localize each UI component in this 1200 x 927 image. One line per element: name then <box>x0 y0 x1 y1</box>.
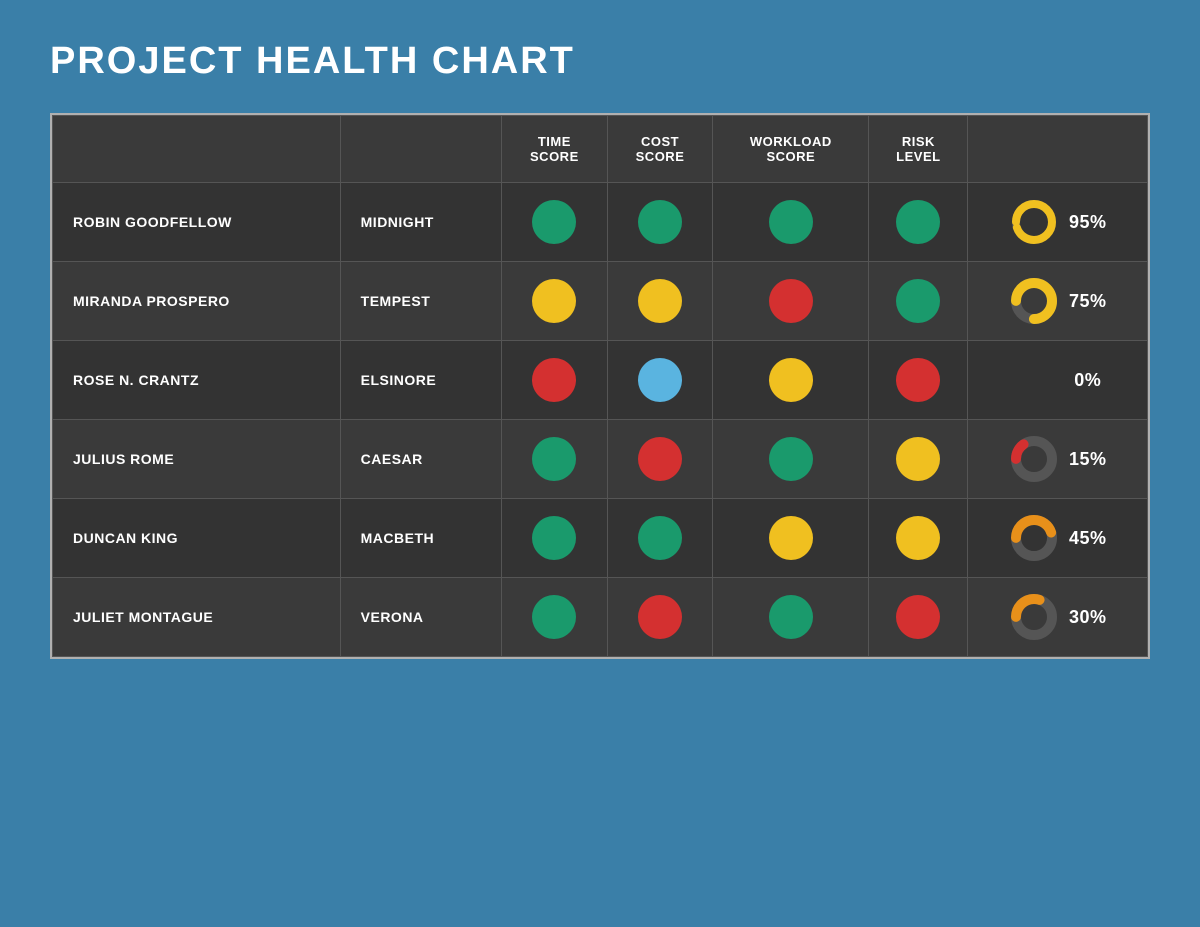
project-name: TEMPEST <box>340 262 501 341</box>
leader-name: ROBIN GOODFELLOW <box>53 183 341 262</box>
percent-value: 75% <box>1069 291 1107 312</box>
chart-container: TIMESCORE COSTSCORE WORKLOADSCORE RISKLE… <box>50 113 1150 659</box>
project-name: MIDNIGHT <box>340 183 501 262</box>
project-name: CAESAR <box>340 420 501 499</box>
percent-value: 0% <box>1074 370 1101 391</box>
col-risk-level: RISKLEVEL <box>869 116 968 183</box>
risk-dot <box>896 279 940 323</box>
page-title: PROJECT HEALTH CHART <box>50 40 575 83</box>
project-name: ELSINORE <box>340 341 501 420</box>
leader-name: JULIET MONTAGUE <box>53 578 341 657</box>
percent-complete-cell: 15% <box>968 420 1148 499</box>
health-table: TIMESCORE COSTSCORE WORKLOADSCORE RISKLE… <box>52 115 1148 657</box>
col-project-name <box>340 116 501 183</box>
percent-value: 15% <box>1069 449 1107 470</box>
risk-level-cell <box>869 341 968 420</box>
table-row: ROSE N. CRANTZ ELSINORE 0% <box>53 341 1148 420</box>
project-name: MACBETH <box>340 499 501 578</box>
time-score-cell <box>502 578 608 657</box>
cost-dot <box>638 279 682 323</box>
leader-name: JULIUS ROME <box>53 420 341 499</box>
risk-dot <box>896 358 940 402</box>
workload-dot <box>769 200 813 244</box>
risk-level-cell <box>869 499 968 578</box>
risk-level-cell <box>869 420 968 499</box>
cost-score-cell <box>607 341 713 420</box>
time-score-cell <box>502 499 608 578</box>
risk-level-cell <box>869 262 968 341</box>
workload-score-cell <box>713 499 869 578</box>
percent-complete-cell: 0% <box>968 341 1148 420</box>
cost-score-cell <box>607 262 713 341</box>
time-dot <box>532 358 576 402</box>
leader-name: DUNCAN KING <box>53 499 341 578</box>
donut-chart <box>1009 513 1059 563</box>
table-row: DUNCAN KING MACBETH <box>53 499 1148 578</box>
cost-dot <box>638 200 682 244</box>
leader-name: MIRANDA PROSPERO <box>53 262 341 341</box>
percent-complete-cell: 95% <box>968 183 1148 262</box>
header-row: TIMESCORE COSTSCORE WORKLOADSCORE RISKLE… <box>53 116 1148 183</box>
workload-score-cell <box>713 262 869 341</box>
table-row: JULIUS ROME CAESAR <box>53 420 1148 499</box>
time-score-cell <box>502 341 608 420</box>
time-dot <box>532 516 576 560</box>
table-row: ROBIN GOODFELLOW MIDNIGHT <box>53 183 1148 262</box>
donut-chart <box>1009 592 1059 642</box>
workload-score-cell <box>713 578 869 657</box>
percent-value: 30% <box>1069 607 1107 628</box>
col-project-leader <box>53 116 341 183</box>
cost-dot <box>638 595 682 639</box>
time-score-cell <box>502 183 608 262</box>
cost-dot <box>638 358 682 402</box>
col-percent-complete <box>968 116 1148 183</box>
donut-chart <box>1009 197 1059 247</box>
workload-score-cell <box>713 341 869 420</box>
donut-chart <box>1009 276 1059 326</box>
cost-dot <box>638 437 682 481</box>
project-name: VERONA <box>340 578 501 657</box>
workload-score-cell <box>713 420 869 499</box>
percent-complete-cell: 30% <box>968 578 1148 657</box>
time-score-cell <box>502 262 608 341</box>
workload-score-cell <box>713 183 869 262</box>
cost-score-cell <box>607 499 713 578</box>
percent-value: 45% <box>1069 528 1107 549</box>
time-dot <box>532 595 576 639</box>
workload-dot <box>769 358 813 402</box>
time-score-cell <box>502 420 608 499</box>
percent-value: 95% <box>1069 212 1107 233</box>
cost-score-cell <box>607 420 713 499</box>
workload-dot <box>769 437 813 481</box>
risk-dot <box>896 516 940 560</box>
workload-dot <box>769 279 813 323</box>
table-body: ROBIN GOODFELLOW MIDNIGHT <box>53 183 1148 657</box>
time-dot <box>532 437 576 481</box>
table-row: MIRANDA PROSPERO TEMPEST <box>53 262 1148 341</box>
cost-score-cell <box>607 578 713 657</box>
col-cost-score: COSTSCORE <box>607 116 713 183</box>
time-dot <box>532 200 576 244</box>
time-dot <box>532 279 576 323</box>
risk-dot <box>896 200 940 244</box>
risk-level-cell <box>869 183 968 262</box>
col-workload-score: WORKLOADSCORE <box>713 116 869 183</box>
cost-dot <box>638 516 682 560</box>
workload-dot <box>769 595 813 639</box>
col-time-score: TIMESCORE <box>502 116 608 183</box>
percent-complete-cell: 45% <box>968 499 1148 578</box>
table-row: JULIET MONTAGUE VERONA <box>53 578 1148 657</box>
risk-dot <box>896 595 940 639</box>
risk-level-cell <box>869 578 968 657</box>
leader-name: ROSE N. CRANTZ <box>53 341 341 420</box>
percent-complete-cell: 75% <box>968 262 1148 341</box>
donut-chart <box>1009 434 1059 484</box>
risk-dot <box>896 437 940 481</box>
workload-dot <box>769 516 813 560</box>
cost-score-cell <box>607 183 713 262</box>
